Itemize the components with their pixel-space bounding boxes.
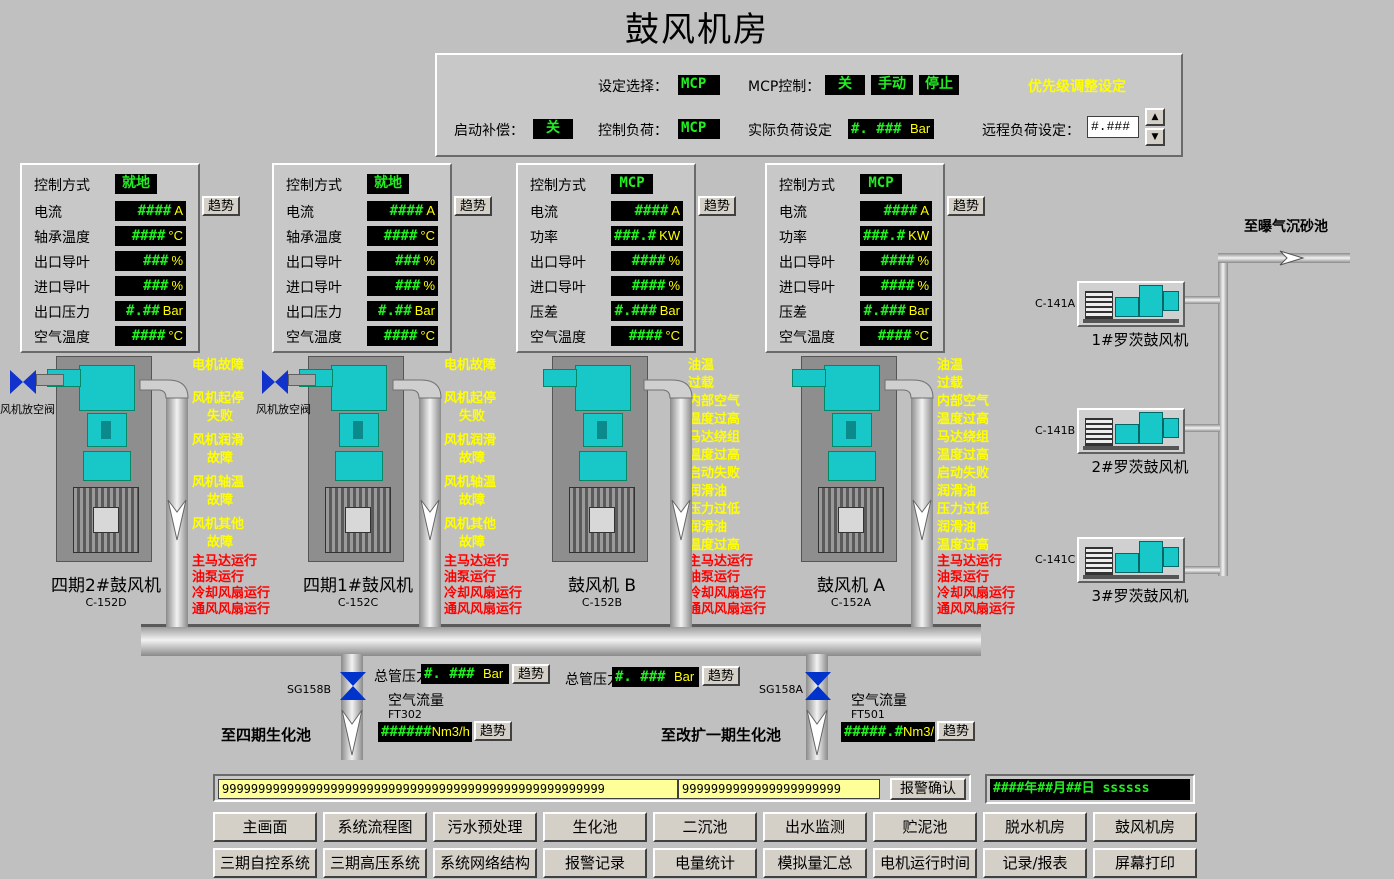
header-pressure-mid-trend-button[interactable]: 趋势 <box>702 666 741 686</box>
scada-screen: 鼓风机房 设定选择： MCP MCP控制： 关 手动 停止 优先级调整设定 启动… <box>0 0 1394 879</box>
nav-button[interactable]: 报警记录 <box>543 848 647 878</box>
flow-left-value: ###### <box>381 724 432 740</box>
flow-right-tag: FT501 <box>851 708 885 721</box>
main-header-pipe <box>141 624 981 656</box>
flow-right-unit: Nm3/h <box>903 724 935 739</box>
valve-sg158a-tag: SG158A <box>759 683 804 696</box>
flow-left-label: 空气流量 <box>388 693 444 709</box>
nav-button[interactable]: 污水预处理 <box>433 812 537 842</box>
vent-valve-2-label: 风机放空阀 <box>256 403 311 416</box>
flow-right-display: #####.#Nm3/h <box>841 722 935 742</box>
riser-pipe <box>911 395 933 627</box>
nav-button[interactable]: 二沉池 <box>653 812 757 842</box>
header-pressure-mid-value: #. ### <box>615 669 666 685</box>
roots-blower-icon[interactable] <box>1077 537 1185 583</box>
nav-button[interactable]: 系统网络结构 <box>433 848 537 878</box>
header-pressure-mid-display: #. ### Bar <box>612 667 699 687</box>
riser-pipe <box>166 395 188 627</box>
dest-phase4-label: 至四期生化池 <box>221 726 312 744</box>
nav-button[interactable]: 电量统计 <box>653 848 757 878</box>
roots-blower-icon[interactable] <box>1077 281 1185 327</box>
header-pressure-left-unit: Bar <box>483 666 504 681</box>
header-pressure-left-value: #. ### <box>424 666 475 682</box>
flow-right-trend-button[interactable]: 趋势 <box>937 721 976 741</box>
nav-button[interactable]: 脱水机房 <box>983 812 1087 842</box>
alarm-ack-button[interactable]: 报警确认 <box>890 778 966 800</box>
header-pressure-mid-unit: Bar <box>674 669 695 684</box>
valve-sg158b-tag: SG158B <box>287 683 332 696</box>
roots-tag: C-141B <box>1035 424 1076 437</box>
vent-valve-2-icon[interactable] <box>260 366 290 398</box>
roots-name: 3#罗茨鼓风机 <box>1091 587 1189 605</box>
nav-button[interactable]: 系统流程图 <box>323 812 427 842</box>
flow-right-label: 空气流量 <box>851 693 907 709</box>
nav-button[interactable]: 鼓风机房 <box>1093 812 1197 842</box>
roots-tag: C-141A <box>1035 297 1076 310</box>
nav-button[interactable]: 出水监测 <box>763 812 867 842</box>
nav-button[interactable]: 三期自控系统 <box>213 848 317 878</box>
vent-valve-1-icon[interactable] <box>8 366 38 398</box>
roots-name: 1#罗茨鼓风机 <box>1091 331 1189 349</box>
datetime-display: ####年##月##日 ssssss <box>990 779 1190 800</box>
flow-left-tag: FT302 <box>388 708 422 721</box>
roots-name: 2#罗茨鼓风机 <box>1091 458 1189 476</box>
roots-header-pipe <box>1218 258 1228 576</box>
nav-button[interactable]: 贮泥池 <box>873 812 977 842</box>
nav-button[interactable]: 记录/报表 <box>983 848 1087 878</box>
header-pressure-left-trend-button[interactable]: 趋势 <box>512 664 551 684</box>
flow-left-display: ######Nm3/h <box>378 722 472 742</box>
aerated-grit-dest-label: 至曝气沉砂池 <box>1244 219 1328 235</box>
dest-phase1-label: 至改扩一期生化池 <box>661 726 782 744</box>
flow-left-unit: Nm3/h <box>431 724 470 739</box>
nav-button[interactable]: 模拟量汇总 <box>763 848 867 878</box>
riser-pipe <box>419 395 441 627</box>
alarm-text-a: 9999999999999999999999999999999999999999… <box>218 779 678 799</box>
vent-valve-1-label: 风机放空阀 <box>0 403 55 416</box>
flow-right-value: #####.# <box>844 724 904 740</box>
nav-button[interactable]: 三期高压系统 <box>323 848 427 878</box>
nav-button[interactable]: 屏幕打印 <box>1093 848 1197 878</box>
nav-button[interactable]: 电机运行时间 <box>873 848 977 878</box>
riser-pipe <box>670 395 692 627</box>
nav-button[interactable]: 主画面 <box>213 812 317 842</box>
flow-left-trend-button[interactable]: 趋势 <box>474 721 513 741</box>
header-pressure-left-display: #. ### Bar <box>421 664 509 684</box>
roots-tag: C-141C <box>1035 553 1076 566</box>
alarm-text-b: 9999999999999999999999 <box>678 779 880 799</box>
nav-button[interactable]: 生化池 <box>543 812 647 842</box>
roots-blower-icon[interactable] <box>1077 408 1185 454</box>
